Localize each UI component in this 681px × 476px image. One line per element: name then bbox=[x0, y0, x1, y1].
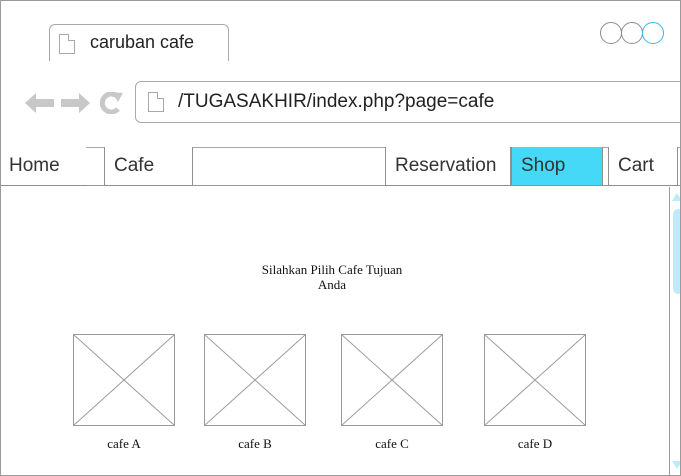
browser-tab[interactable]: caruban cafe bbox=[49, 24, 229, 61]
cafe-card-d[interactable]: cafe D bbox=[484, 334, 586, 451]
cafe-image-placeholder[interactable] bbox=[73, 334, 175, 426]
scroll-down-arrow-icon[interactable] bbox=[672, 460, 681, 470]
minimize-button[interactable] bbox=[600, 22, 622, 44]
vertical-scrollbar[interactable] bbox=[669, 187, 681, 475]
cafe-label[interactable]: cafe D bbox=[484, 436, 586, 452]
image-placeholder-icon bbox=[205, 335, 305, 425]
forward-arrow-icon[interactable] bbox=[61, 93, 91, 113]
address-toolbar: /TUGASAKHIR/index.php?page=cafe bbox=[1, 61, 680, 148]
cafe-card-c[interactable]: cafe C bbox=[341, 334, 443, 451]
address-bar[interactable]: /TUGASAKHIR/index.php?page=cafe bbox=[135, 81, 680, 123]
page-icon bbox=[59, 34, 75, 54]
nav-cart[interactable]: Cart bbox=[608, 147, 678, 186]
cafe-label[interactable]: cafe C bbox=[341, 436, 443, 452]
cafe-card-b[interactable]: cafe B bbox=[204, 334, 306, 451]
scroll-thumb[interactable] bbox=[673, 209, 680, 294]
tab-title: caruban cafe bbox=[90, 32, 195, 52]
page-headline: Silahkan Pilih Cafe Tujuan Anda bbox=[231, 262, 433, 292]
site-navbar: Home Cafe Reservation Shop Cart bbox=[1, 147, 680, 187]
nav-reservation[interactable]: Reservation bbox=[385, 147, 511, 186]
cafe-card-a[interactable]: cafe A bbox=[73, 334, 175, 451]
cafe-image-placeholder[interactable] bbox=[204, 334, 306, 426]
cafe-image-placeholder[interactable] bbox=[341, 334, 443, 426]
main-content: Silahkan Pilih Cafe Tujuan Anda cafe A c… bbox=[1, 187, 669, 475]
title-bar: caruban cafe bbox=[1, 1, 680, 62]
image-placeholder-icon bbox=[342, 335, 442, 425]
headline-line-2: Anda bbox=[317, 277, 347, 292]
nav-home[interactable]: Home bbox=[1, 147, 86, 186]
headline-line-1: Silahkan Pilih Cafe Tujuan bbox=[261, 262, 403, 277]
cafe-label[interactable]: cafe B bbox=[204, 436, 306, 452]
reload-icon[interactable] bbox=[98, 92, 124, 114]
address-text[interactable]: /TUGASAKHIR/index.php?page=cafe bbox=[178, 91, 494, 113]
nav-shop[interactable]: Shop bbox=[511, 147, 603, 186]
nav-cafe[interactable]: Cafe bbox=[104, 147, 193, 186]
image-placeholder-icon bbox=[74, 335, 174, 425]
restore-button[interactable] bbox=[621, 22, 643, 44]
cafe-image-placeholder[interactable] bbox=[484, 334, 586, 426]
cafe-label[interactable]: cafe A bbox=[73, 436, 175, 452]
image-placeholder-icon bbox=[485, 335, 585, 425]
maximize-button[interactable] bbox=[642, 22, 664, 44]
back-arrow-icon[interactable] bbox=[25, 93, 55, 113]
page-icon bbox=[148, 92, 164, 112]
scroll-up-arrow-icon[interactable] bbox=[672, 192, 681, 202]
browser-window: caruban cafe /TUGASAKHIR/index.php?page=… bbox=[0, 0, 681, 476]
